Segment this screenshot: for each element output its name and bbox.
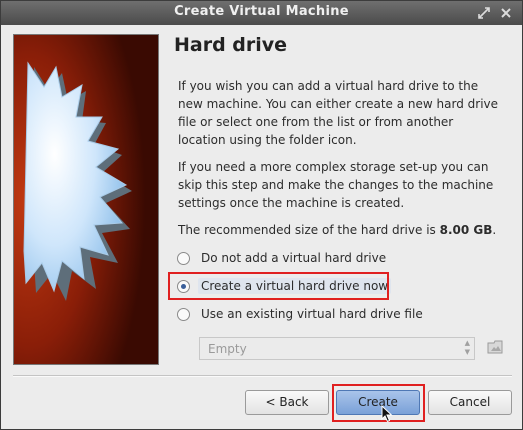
intro-paragraph: If you wish you can add a virtual hard d… [178, 79, 499, 147]
option-use-existing-label: Use an existing virtual hard drive file [201, 307, 423, 321]
option-no-disk-label: Do not add a virtual hard drive [201, 251, 387, 265]
close-icon[interactable] [498, 5, 514, 21]
existing-disk-value: Empty [208, 342, 247, 356]
create-vm-dialog: Create Virtual Machine Hard drive If you… [0, 0, 523, 430]
radio-use-existing[interactable] [177, 307, 190, 321]
create-option-highlight [168, 272, 389, 300]
create-button-highlight [332, 384, 425, 422]
starburst-image [13, 34, 159, 365]
recommended-size-text: The recommended size of the hard drive i… [178, 221, 498, 239]
option-use-existing[interactable]: Use an existing virtual hard drive file [177, 304, 423, 324]
existing-disk-select[interactable]: Empty ▲ ▼ [199, 337, 475, 360]
cancel-button[interactable]: Cancel [428, 390, 512, 415]
title-bar[interactable]: Create Virtual Machine [1, 1, 522, 25]
radio-no-disk[interactable] [177, 251, 190, 265]
button-divider [13, 375, 512, 377]
option-no-disk[interactable]: Do not add a virtual hard drive [177, 248, 386, 268]
recommended-suffix: . [492, 223, 497, 237]
mouse-cursor-icon [381, 404, 393, 423]
page-heading: Hard drive [174, 34, 288, 56]
back-button[interactable]: < Back [245, 390, 329, 415]
recommended-size-value: 8.00 GB [439, 223, 493, 237]
recommended-prefix: The recommended size of the hard drive i… [178, 223, 440, 237]
window-title: Create Virtual Machine [174, 4, 349, 19]
chevron-up-down-icon: ▲ ▼ [464, 339, 470, 356]
folder-icon[interactable] [487, 339, 505, 355]
storage-paragraph: If you need a more complex storage set-u… [178, 160, 494, 210]
maximize-icon[interactable] [476, 5, 492, 21]
